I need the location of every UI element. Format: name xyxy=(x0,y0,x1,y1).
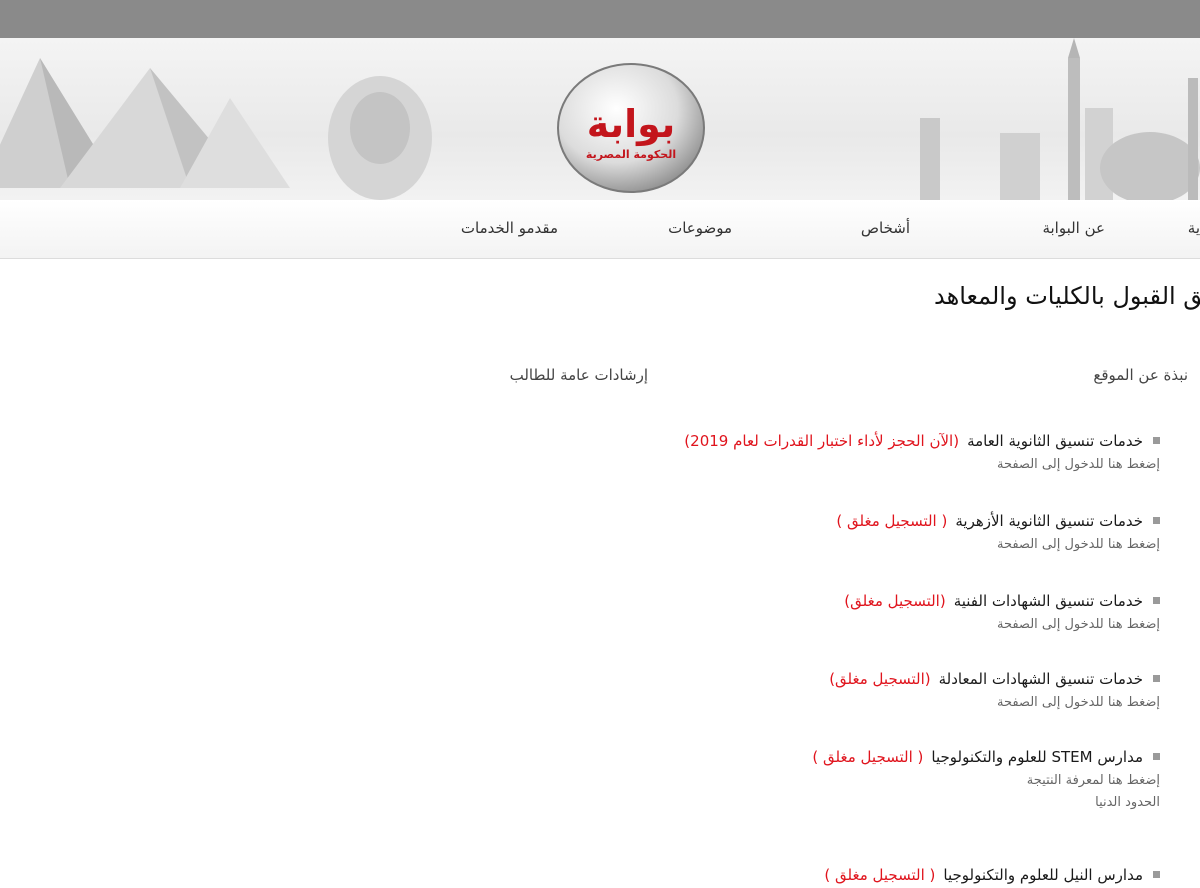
service-heading: خدمات تنسيق الثانوية العامة (الآن الحجز ل… xyxy=(360,428,1160,454)
about-site-link[interactable]: نبذة عن الموقع xyxy=(1093,366,1188,384)
service-status: ( التسجيل مغلق ) xyxy=(812,748,924,766)
logo-sub-text: الحكومة المصرية xyxy=(585,147,677,161)
bullet-icon xyxy=(1153,436,1160,444)
nav-people[interactable]: أشخاص xyxy=(861,219,910,237)
service-title[interactable]: خدمات تنسيق الشهادات الفنية xyxy=(954,592,1143,610)
page-title: يق القبول بالكليات والمعاهد xyxy=(933,282,1200,310)
service-title[interactable]: مدارس النيل للعلوم والتكنولوجيا xyxy=(943,866,1143,884)
service-item: خدمات تنسيق الشهادات الفنية (التسجيل مغلق… xyxy=(360,588,1160,666)
service-page-link[interactable]: إضغط هنا للدخول إلى الصفحة xyxy=(360,692,1160,714)
main-nav: ية عن البوابة أشخاص موضوعات مقدمو الخدما… xyxy=(0,200,1200,259)
minimum-scores-link[interactable]: الحدود الدنيا xyxy=(360,792,1160,814)
service-title[interactable]: خدمات تنسيق الثانوية الأزهرية xyxy=(955,512,1143,530)
site-logo[interactable]: بوابة الحكومة المصرية xyxy=(556,62,706,194)
service-title[interactable]: خدمات تنسيق الثانوية العامة xyxy=(967,432,1143,450)
service-page-link[interactable]: إضغط هنا للدخول إلى الصفحة xyxy=(360,614,1160,636)
service-heading: مدارس النيل للعلوم والتكنولوجيا ( التسجيل… xyxy=(360,862,1160,888)
service-status: (التسجيل مغلق) xyxy=(829,670,931,688)
bullet-icon xyxy=(1153,516,1160,524)
service-item: خدمات تنسيق الثانوية الأزهرية ( التسجيل م… xyxy=(360,508,1160,588)
service-heading: خدمات تنسيق الشهادات الفنية (التسجيل مغلق… xyxy=(360,588,1160,614)
service-heading: خدمات تنسيق الشهادات المعادلة (التسجيل مغ… xyxy=(360,666,1160,692)
bullet-icon xyxy=(1153,870,1160,878)
nav-service-providers[interactable]: مقدمو الخدمات xyxy=(461,219,558,237)
student-guidance-link[interactable]: إرشادات عامة للطالب xyxy=(510,366,648,384)
service-title[interactable]: خدمات تنسيق الشهادات المعادلة xyxy=(939,670,1143,688)
service-heading: خدمات تنسيق الثانوية الأزهرية ( التسجيل م… xyxy=(360,508,1160,534)
nav-home[interactable]: ية xyxy=(1188,219,1200,237)
nav-about-portal[interactable]: عن البوابة xyxy=(1042,219,1105,237)
logo-main-text: بوابة xyxy=(586,101,676,146)
service-page-link[interactable]: إضغط هنا للدخول إلى الصفحة xyxy=(360,534,1160,556)
bullet-icon xyxy=(1153,596,1160,604)
service-item: مدارس النيل للعلوم والتكنولوجيا ( التسجيل… xyxy=(360,862,1160,888)
bullet-icon xyxy=(1153,752,1160,760)
service-item: مدارس STEM للعلوم والتكنولوجيا ( التسجيل … xyxy=(360,744,1160,862)
service-item: خدمات تنسيق الثانوية العامة (الآن الحجز ل… xyxy=(360,428,1160,508)
service-status: (التسجيل مغلق) xyxy=(844,592,946,610)
services-list: خدمات تنسيق الثانوية العامة (الآن الحجز ل… xyxy=(360,428,1160,888)
bullet-icon xyxy=(1153,674,1160,682)
service-status: (الآن الحجز لأداء اختبار القدرات لعام 20… xyxy=(684,432,960,450)
service-status: ( التسجيل مغلق ) xyxy=(824,866,936,884)
result-link[interactable]: إضغط هنا لمعرفة النتيجة xyxy=(360,770,1160,792)
service-item: خدمات تنسيق الشهادات المعادلة (التسجيل مغ… xyxy=(360,666,1160,744)
nav-topics[interactable]: موضوعات xyxy=(668,219,732,237)
browser-top-bar xyxy=(0,0,1200,38)
logo-text: بوابة الحكومة المصرية xyxy=(556,62,706,194)
service-title[interactable]: مدارس STEM للعلوم والتكنولوجيا xyxy=(931,748,1143,766)
service-page-link[interactable]: إضغط هنا للدخول إلى الصفحة xyxy=(360,454,1160,476)
service-status: ( التسجيل مغلق ) xyxy=(836,512,948,530)
service-heading: مدارس STEM للعلوم والتكنولوجيا ( التسجيل … xyxy=(360,744,1160,770)
